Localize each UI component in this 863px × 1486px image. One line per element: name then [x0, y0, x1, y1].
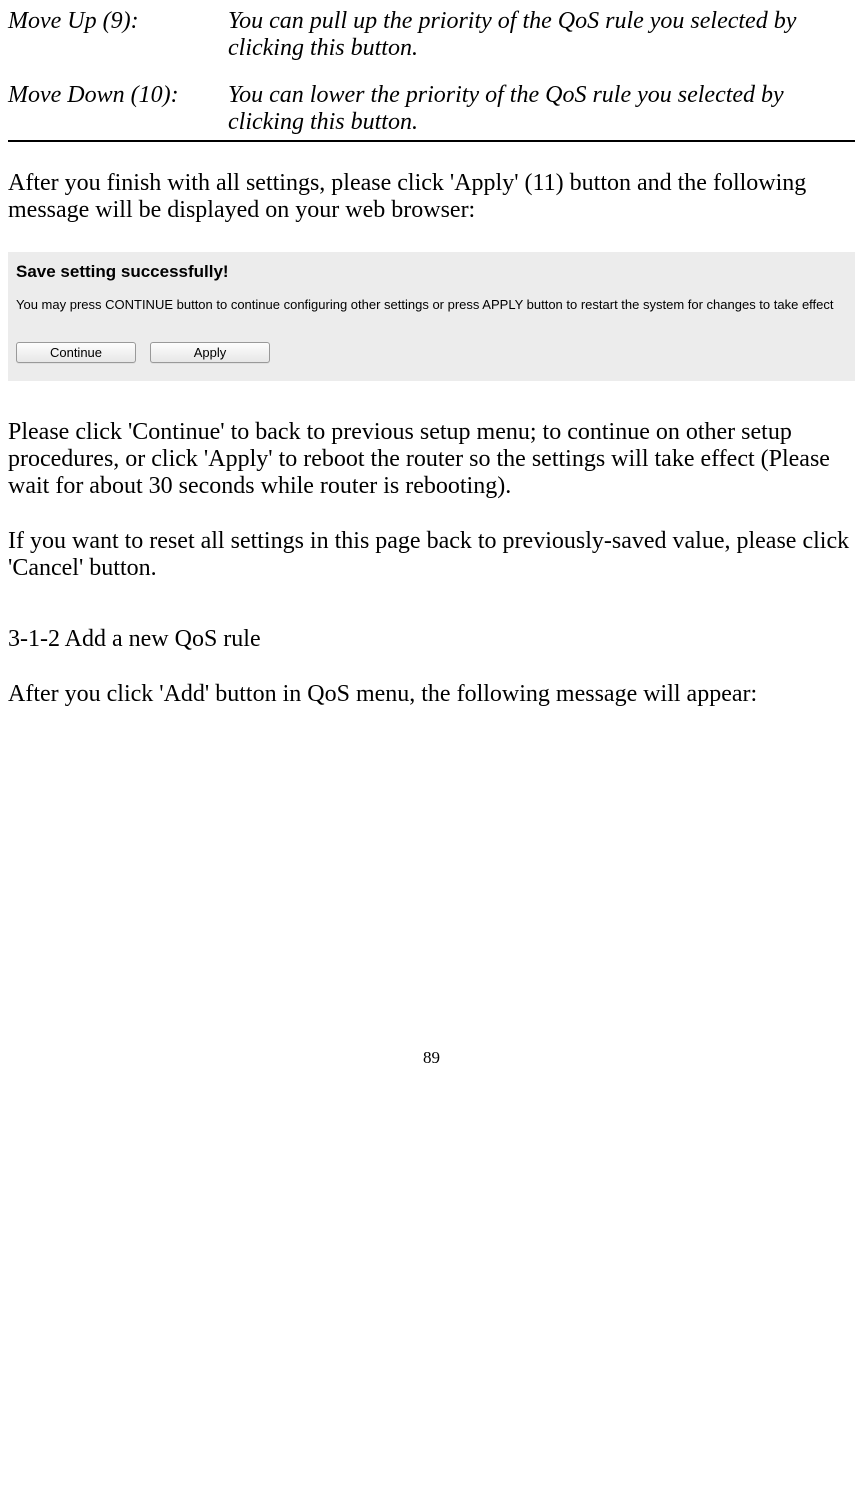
body-paragraph: After you click 'Add' button in QoS menu… [8, 681, 855, 708]
definition-description: You can lower the priority of the QoS ru… [228, 82, 855, 136]
dialog-text: You may press CONTINUE button to continu… [16, 296, 847, 314]
save-success-dialog: Save setting successfully! You may press… [8, 252, 855, 381]
definition-row: Move Down (10): You can lower the priori… [8, 82, 855, 136]
apply-button[interactable]: Apply [150, 342, 270, 363]
body-paragraph: Please click 'Continue' to back to previ… [8, 419, 855, 500]
divider [8, 140, 855, 142]
definition-term: Move Down (10): [8, 82, 228, 109]
body-paragraph: After you finish with all settings, plea… [8, 170, 855, 224]
dialog-button-row: Continue Apply [16, 342, 847, 363]
dialog-title: Save setting successfully! [16, 262, 847, 282]
body-paragraph: If you want to reset all settings in thi… [8, 528, 855, 582]
definitions-block: Move Up (9): You can pull up the priorit… [8, 8, 855, 136]
definition-term: Move Up (9): [8, 8, 228, 35]
page-number: 89 [8, 1048, 855, 1068]
section-heading: 3-1-2 Add a new QoS rule [8, 626, 855, 653]
continue-button[interactable]: Continue [16, 342, 136, 363]
definition-row: Move Up (9): You can pull up the priorit… [8, 8, 855, 62]
definition-description: You can pull up the priority of the QoS … [228, 8, 855, 62]
